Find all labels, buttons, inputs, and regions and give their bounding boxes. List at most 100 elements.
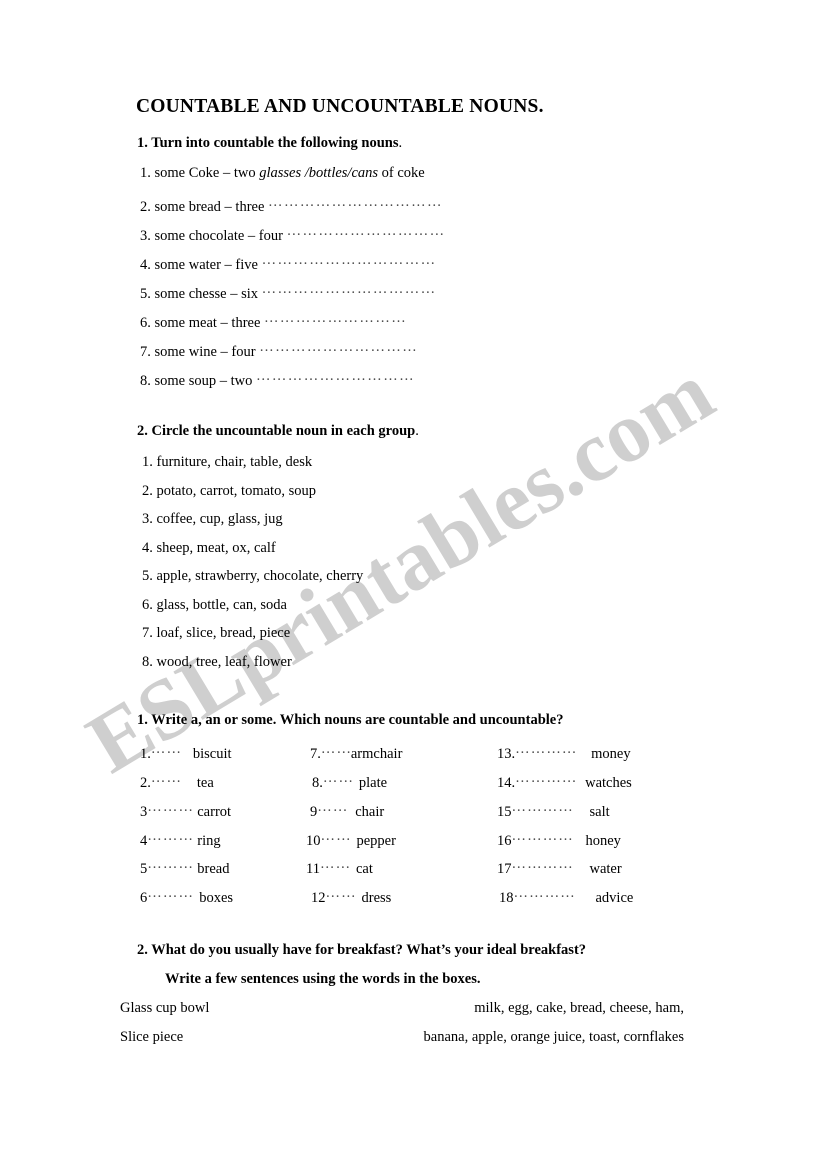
item-prompt: 3. some chocolate – four (140, 228, 287, 244)
answer-dots[interactable]: …………………………… (262, 252, 460, 269)
answer-dots[interactable]: ………… (512, 828, 586, 845)
item-number: 16 (497, 833, 512, 849)
exercise-2-heading: 2. Circle the uncountable noun in each g… (137, 423, 419, 440)
exercise-3-item: 8.…… plate (312, 770, 387, 792)
item-word: cat (355, 861, 373, 877)
exercise-1-item: 7. some wine – four ………………………… (140, 339, 439, 361)
exercise-3-item: 18………… advice (499, 885, 633, 907)
item-word: boxes (199, 890, 234, 906)
exercise-2-heading-text: 2. Circle the uncountable noun in each g… (137, 423, 416, 439)
item-word: pepper (356, 833, 396, 849)
item-word: dress (361, 890, 392, 906)
answer-dots[interactable]: …… (326, 885, 362, 902)
exercise-3-item: 16………… honey (497, 828, 621, 850)
item-number: 6 (140, 890, 148, 906)
item-prompt: 5. some chesse – six (140, 286, 262, 302)
item-number: 17 (497, 861, 512, 877)
answer-dots[interactable]: ………… (515, 770, 585, 787)
item-answer-tail: of coke (378, 165, 425, 181)
answer-dots[interactable]: ………… (512, 856, 590, 873)
exercise-1-item: 8. some soup – two ………………………… (140, 368, 438, 390)
exercise-2-item[interactable]: 5. apple, strawberry, chocolate, cherry (142, 568, 363, 585)
answer-dots[interactable]: …… (321, 741, 351, 758)
exercise-2-item[interactable]: 1. furniture, chair, table, desk (142, 454, 312, 471)
word-box-left-line: Glass cup bowl (120, 1000, 210, 1016)
exercise-3-item: 17………… water (497, 856, 622, 878)
exercise-3-item: 13.………… money (497, 741, 631, 763)
answer-dots[interactable]: ……… (147, 856, 197, 873)
answer-dots[interactable]: …… (151, 770, 197, 787)
answer-dots[interactable]: …… (323, 770, 359, 787)
exercise-2-heading-period: . (415, 423, 419, 439)
item-word: chair (355, 804, 385, 820)
item-answer-italic: glasses /bottles/cans (259, 165, 379, 181)
exercise-1-item: 4. some water – five …………………………… (140, 252, 460, 274)
item-number: 9 (310, 804, 318, 820)
item-prompt: 6. some meat – three (140, 315, 265, 331)
exercise-1-item: 1. some Coke – two glasses /bottles/cans… (140, 165, 425, 182)
item-prompt: 7. some wine – four (140, 344, 260, 360)
exercise-3-item: 2.…… tea (140, 770, 214, 792)
answer-dots[interactable]: ………………………… (287, 223, 465, 240)
answer-dots[interactable]: …………………………… (268, 194, 473, 211)
exercise-2-item[interactable]: 2. potato, carrot, tomato, soup (142, 483, 316, 500)
word-box-right-line: milk, egg, cake, bread, cheese, ham, (474, 1000, 684, 1016)
item-word: tea (196, 775, 214, 791)
item-number: 4 (140, 833, 148, 849)
exercise-3-item: 6……… boxes (140, 885, 233, 907)
exercise-2-item[interactable]: 4. sheep, meat, ox, calf (142, 540, 276, 557)
exercise-3-item: 1.…… biscuit (140, 741, 232, 763)
exercise-3-item: 3……… carrot (140, 799, 231, 821)
exercise-2-item[interactable]: 6. glass, bottle, can, soda (142, 597, 287, 614)
exercise-1-item: 2. some bread – three …………………………… (140, 194, 473, 216)
answer-dots[interactable]: ……… (147, 799, 197, 816)
answer-dots[interactable]: ………… (512, 799, 590, 816)
page-title: COUNTABLE AND UNCOUNTABLE NOUNS. (136, 96, 544, 117)
item-prompt: 2. some bread – three (140, 199, 269, 215)
answer-dots[interactable]: ………………………… (259, 339, 439, 356)
exercise-3-item: 4……… ring (140, 828, 221, 850)
exercise-3-item: 15………… salt (497, 799, 610, 821)
item-number: 3 (140, 804, 148, 820)
answer-dots[interactable]: ……… (147, 828, 197, 845)
answer-dots[interactable]: …… (151, 741, 193, 758)
item-prompt: 1. some Coke – two (140, 165, 260, 181)
answer-dots[interactable]: ………… (515, 741, 591, 758)
exercise-1-item: 6. some meat – three ……………………… (140, 310, 436, 332)
exercise-4-heading-line-1: 2. What do you usually have for breakfas… (137, 942, 587, 958)
answer-dots[interactable]: …………………………… (262, 281, 457, 298)
item-number: 2. (140, 775, 151, 791)
item-number: 13. (497, 746, 516, 762)
exercise-2-item[interactable]: 8. wood, tree, leaf, flower (142, 654, 292, 671)
item-word: salt (589, 804, 610, 820)
exercise-2-item[interactable]: 3. coffee, cup, glass, jug (142, 511, 283, 528)
answer-dots[interactable]: ………… (514, 885, 596, 902)
answer-dots[interactable]: ……… (147, 885, 199, 902)
exercise-3-item: 9…… chair (310, 799, 384, 821)
exercise-3-item: 7.……armchair (310, 741, 402, 763)
item-word: ring (197, 833, 221, 849)
exercise-3-item: 10…… pepper (306, 828, 396, 850)
answer-dots[interactable]: …… (320, 856, 356, 873)
item-number: 12 (311, 890, 326, 906)
answer-dots[interactable]: …… (317, 799, 355, 816)
item-word: money (591, 746, 631, 762)
answer-dots[interactable]: …… (321, 828, 357, 845)
answer-dots[interactable]: ……………………… (264, 310, 436, 327)
item-word: biscuit (192, 746, 232, 762)
exercise-1-heading: 1. Turn into countable the following nou… (137, 135, 402, 152)
answer-dots[interactable]: ………………………… (256, 368, 438, 385)
item-prompt: 4. some water – five (140, 257, 262, 273)
worksheet-page: COUNTABLE AND UNCOUNTABLE NOUNS. 1. Turn… (0, 0, 821, 1169)
item-word: bread (197, 861, 230, 877)
exercise-3-item: 11…… cat (306, 856, 373, 878)
exercise-4-heading-line-2: Write a few sentences using the words in… (165, 971, 481, 987)
item-word: armchair (350, 746, 403, 762)
exercise-1-heading-period: . (398, 135, 403, 151)
item-number: 10 (306, 833, 321, 849)
exercise-2-item[interactable]: 7. loaf, slice, bread, piece (142, 625, 290, 642)
item-number: 15 (497, 804, 512, 820)
item-prompt: 8. some soup – two (140, 373, 256, 389)
item-number: 11 (306, 861, 320, 877)
item-number: 7. (310, 746, 321, 762)
